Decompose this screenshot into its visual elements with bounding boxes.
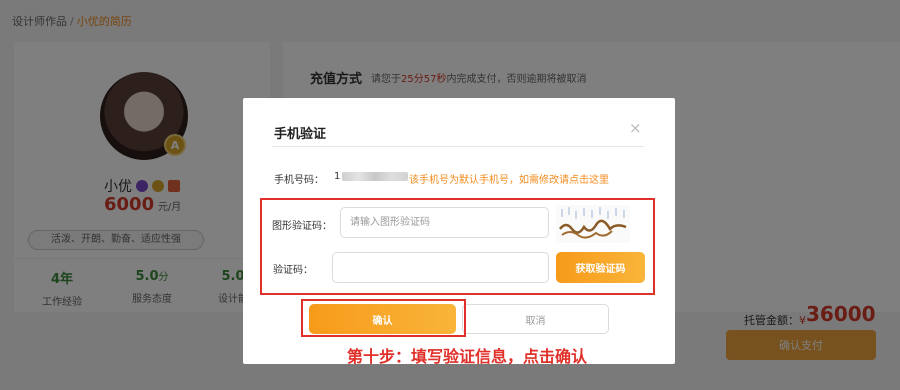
modal-title: 手机验证 [274, 127, 327, 142]
masked-phone-digits [342, 172, 409, 181]
divider [272, 146, 644, 147]
phone-prefix: 1 [334, 171, 341, 182]
cancel-button[interactable]: 取消 [462, 304, 609, 334]
close-icon[interactable]: × [629, 119, 642, 137]
confirm-highlight-box [301, 299, 466, 337]
phone-label: 手机号码： [274, 175, 324, 186]
change-phone-link[interactable]: 该手机号为默认手机号，如需修改请点击这里 [409, 171, 609, 186]
phone-number: 1 [334, 171, 409, 182]
form-highlight-box [260, 198, 655, 295]
step-annotation: 第十步：填写验证信息，点击确认 [347, 347, 588, 366]
